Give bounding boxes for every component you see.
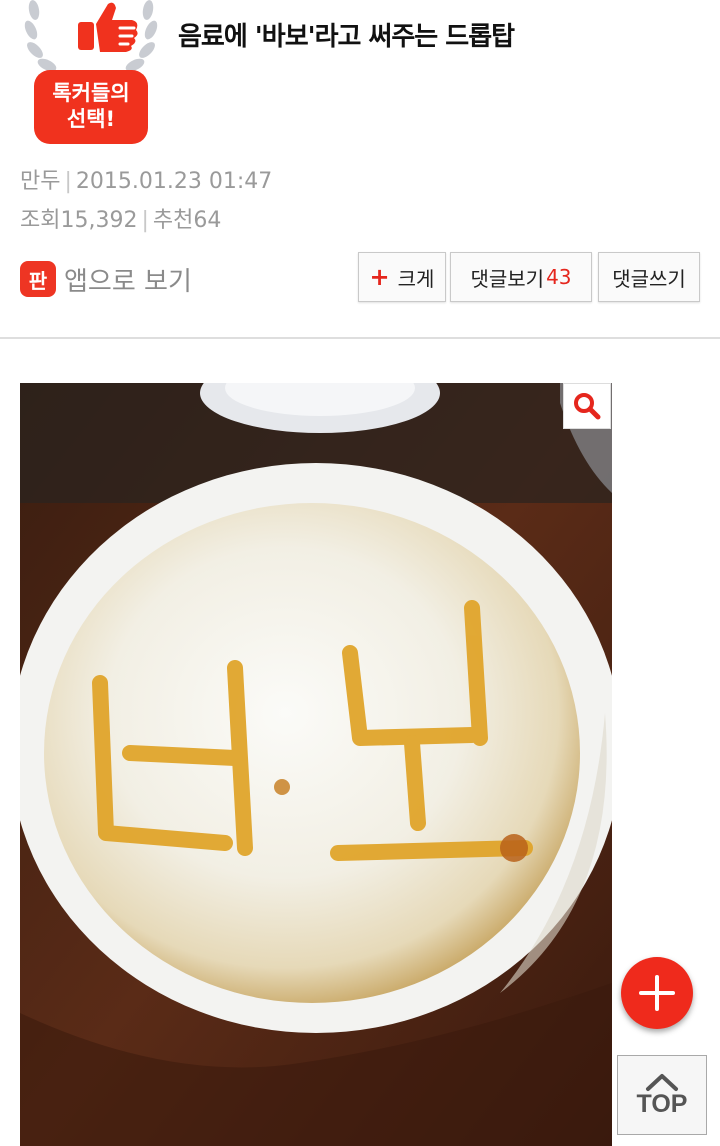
coffee-photo: [20, 383, 612, 1146]
recommend-label: 추천: [152, 208, 194, 233]
chevron-up-icon: [646, 1073, 678, 1091]
divider: [0, 337, 720, 339]
comment-count: 43: [546, 265, 572, 289]
meta-separator: |: [64, 169, 72, 194]
view-comments-label: 댓글보기: [470, 266, 545, 291]
recommend-count: 64: [193, 208, 222, 233]
open-in-app-link[interactable]: 판 앱으로 보기: [20, 260, 192, 298]
plus-icon: +: [369, 263, 390, 291]
enlarge-text-button[interactable]: + 크게: [358, 252, 446, 302]
page-title: 음료에 '바보'라고 써주는 드롭탑: [178, 22, 515, 52]
enlarge-text-label: 크게: [397, 266, 435, 291]
add-button[interactable]: [621, 957, 693, 1029]
magnifier-icon: [574, 393, 601, 420]
views-count: 15,392: [60, 208, 138, 233]
choice-badge-label: 톡커들의 선택!: [34, 70, 148, 144]
thumbs-up-icon: [78, 2, 138, 52]
scroll-to-top-button[interactable]: TOP: [617, 1055, 707, 1135]
zoom-button[interactable]: [563, 383, 611, 429]
write-comment-button[interactable]: 댓글쓰기: [598, 252, 700, 302]
plus-icon: [639, 975, 675, 1011]
badge-line-1: 톡커들의: [52, 81, 130, 105]
post-meta-stats: 조회15,392 | 추천64: [20, 202, 221, 234]
open-in-app-label: 앱으로 보기: [64, 266, 192, 297]
choice-badge: 톡커들의 선택!: [20, 0, 162, 148]
meta-separator: |: [141, 208, 149, 233]
views-label: 조회: [20, 208, 61, 233]
scroll-to-top-label: TOP: [636, 1089, 688, 1118]
badge-line-2: 선택!: [66, 107, 116, 131]
post-meta-author-date: 만두 | 2015.01.23 01:47: [20, 163, 272, 195]
write-comment-label: 댓글쓰기: [612, 266, 686, 291]
post-date: 2015.01.23 01:47: [75, 169, 273, 194]
author-name[interactable]: 만두: [20, 169, 60, 194]
view-comments-button[interactable]: 댓글보기 43: [450, 252, 592, 302]
post-image[interactable]: [20, 383, 612, 1146]
app-icon: 판: [20, 261, 56, 297]
